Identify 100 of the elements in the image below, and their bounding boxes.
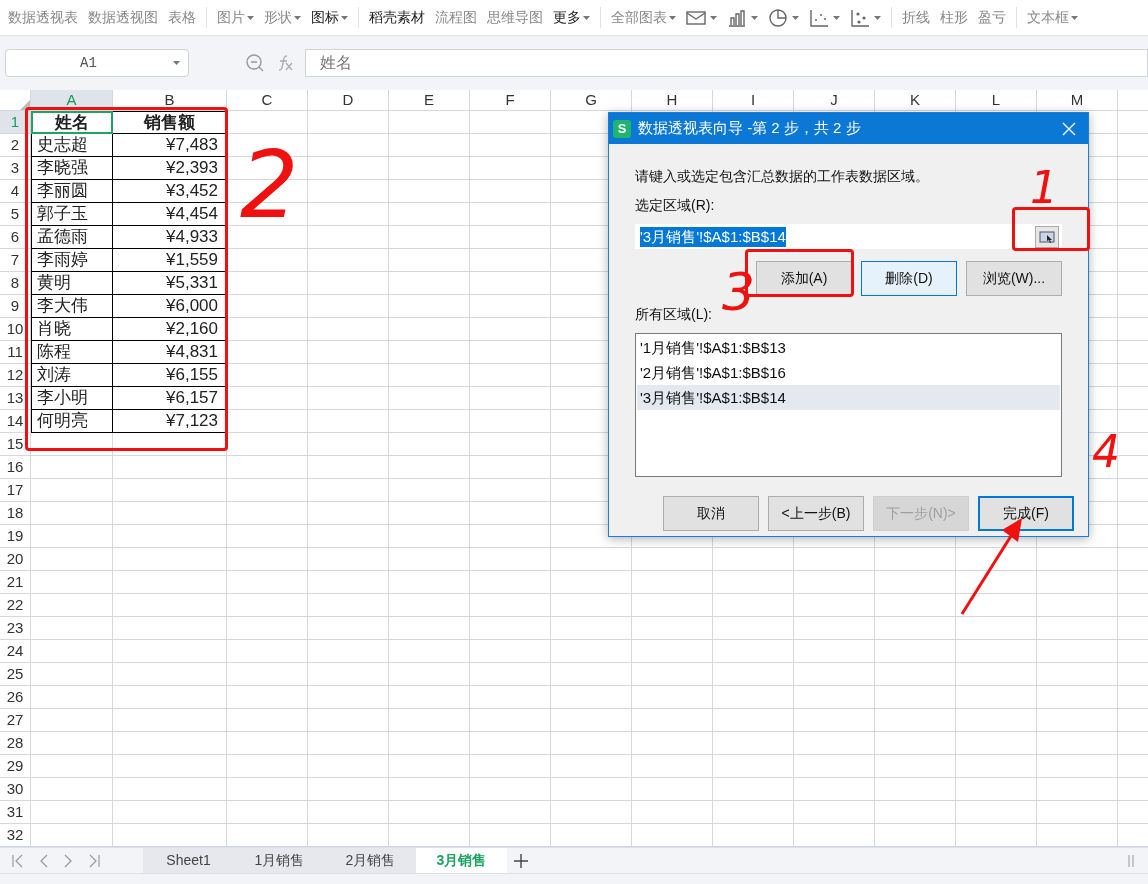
add-sheet-icon[interactable]: [513, 852, 529, 869]
last-sheet-icon[interactable]: [88, 853, 100, 868]
row-header[interactable]: 27: [0, 709, 30, 731]
column-header[interactable]: J: [794, 90, 875, 110]
column-header[interactable]: E: [389, 90, 470, 110]
selected-range-text: '3月销售'!$A$1:$B$14: [640, 226, 786, 247]
toolbar-button[interactable]: 稻壳素材: [369, 7, 425, 28]
row-header[interactable]: 24: [0, 640, 30, 662]
next-sheet-icon[interactable]: [64, 853, 72, 868]
table-cell: 肖晓: [31, 318, 113, 341]
chart-type-button[interactable]: [727, 8, 758, 27]
dialog-button[interactable]: 删除(D): [861, 261, 957, 296]
dialog-button[interactable]: 添加(A): [756, 261, 852, 296]
column-header[interactable]: L: [956, 90, 1037, 110]
row-header[interactable]: 19: [0, 525, 30, 547]
row-header[interactable]: 10: [0, 318, 30, 340]
list-label: 所有区域(L):: [635, 305, 712, 324]
row-header[interactable]: 6: [0, 226, 30, 248]
chart-type-button[interactable]: [809, 8, 840, 27]
column-header[interactable]: I: [713, 90, 794, 110]
dialog-button[interactable]: <上一步(B): [768, 496, 864, 531]
row-header[interactable]: 3: [0, 157, 30, 179]
column-header[interactable]: K: [875, 90, 956, 110]
toolbar-button[interactable]: 数据透视图: [88, 7, 158, 28]
toolbar-button[interactable]: 全部图表: [611, 7, 676, 28]
row-header[interactable]: 22: [0, 594, 30, 616]
toolbar-button[interactable]: 图片: [217, 7, 254, 28]
chart-type-button[interactable]: [768, 7, 799, 28]
column-header[interactable]: B: [113, 90, 227, 110]
chart-type-button[interactable]: [686, 9, 717, 26]
toolbar-button[interactable]: 更多: [553, 7, 590, 28]
envelope-icon: [686, 9, 706, 26]
table-cell: 陈程: [31, 341, 113, 364]
row-header[interactable]: 5: [0, 203, 30, 225]
caret-icon: [874, 15, 881, 20]
close-icon[interactable]: [1062, 121, 1076, 136]
dialog-button[interactable]: 浏览(W)...: [966, 261, 1062, 296]
toolbar-button[interactable]: 文本框: [1027, 7, 1078, 28]
table-cell: 李丽圆: [31, 180, 113, 203]
row-header[interactable]: 11: [0, 341, 30, 363]
row-header[interactable]: 13: [0, 387, 30, 409]
row-header[interactable]: 4: [0, 180, 30, 202]
toolbar-button[interactable]: 形状: [264, 7, 301, 28]
column-header[interactable]: C: [227, 90, 308, 110]
toolbar-button[interactable]: 盈亏: [978, 7, 1006, 28]
row-header[interactable]: 23: [0, 617, 30, 639]
row-header[interactable]: 8: [0, 272, 30, 294]
row-header[interactable]: 28: [0, 732, 30, 754]
row-header[interactable]: 20: [0, 548, 30, 570]
toolbar-button[interactable]: 图标: [311, 7, 348, 28]
previous-sheet-icon[interactable]: [40, 853, 48, 868]
row-header[interactable]: 17: [0, 479, 30, 501]
column-header[interactable]: F: [470, 90, 551, 110]
row-header[interactable]: 9: [0, 295, 30, 317]
row-header[interactable]: 12: [0, 364, 30, 386]
row-header[interactable]: 2: [0, 134, 30, 156]
toolbar-button[interactable]: 思维导图: [487, 7, 543, 28]
column-header[interactable]: H: [632, 90, 713, 110]
row-header[interactable]: 32: [0, 824, 30, 846]
name-box[interactable]: A1: [5, 49, 189, 77]
range-label: 选定区域(R):: [635, 196, 715, 215]
table-cell: 李大伟: [31, 295, 113, 318]
row-header[interactable]: 15: [0, 433, 30, 455]
row-header[interactable]: 29: [0, 755, 30, 777]
column-header[interactable]: G: [551, 90, 632, 110]
sheet-tab[interactable]: 2月销售: [325, 848, 416, 873]
range-list-item[interactable]: '2月销售'!$A$1:$B$16: [637, 360, 1060, 385]
row-header[interactable]: 25: [0, 663, 30, 685]
row-header[interactable]: 14: [0, 410, 30, 432]
dialog-title: 数据透视表向导 -第 2 步，共 2 步: [638, 118, 861, 139]
row-header[interactable]: 21: [0, 571, 30, 593]
dialog-button[interactable]: 取消: [663, 496, 759, 531]
toolbar-button[interactable]: 数据透视表: [8, 7, 78, 28]
row-header[interactable]: 26: [0, 686, 30, 708]
dialog-button[interactable]: 完成(F): [978, 496, 1074, 531]
formula-field[interactable]: 姓名: [305, 49, 1148, 77]
caret-icon: [294, 15, 301, 20]
row-header[interactable]: 30: [0, 778, 30, 800]
toolbar-button[interactable]: 折线: [902, 7, 930, 28]
range-list[interactable]: '1月销售'!$A$1:$B$13 '2月销售'!$A$1:$B$16 '3月销售'!$A$1:$B$14: [635, 333, 1062, 477]
first-sheet-icon[interactable]: [12, 853, 24, 868]
range-input-field[interactable]: '3月销售'!$A$1:$B$14: [635, 224, 1062, 249]
sheet-tab[interactable]: Sheet1: [143, 848, 234, 873]
toolbar-button[interactable]: 流程图: [435, 7, 477, 28]
column-header[interactable]: M: [1037, 90, 1118, 110]
row-header[interactable]: 16: [0, 456, 30, 478]
chart-type-button[interactable]: [850, 8, 881, 27]
toolbar-button[interactable]: 表格: [168, 7, 196, 28]
sheet-tab[interactable]: 1月销售: [234, 848, 325, 873]
range-picker-icon[interactable]: [1035, 225, 1059, 248]
range-list-item[interactable]: '3月销售'!$A$1:$B$14: [637, 385, 1060, 410]
scrollbar-handle-icon[interactable]: [1128, 853, 1134, 868]
toolbar-button[interactable]: 柱形: [940, 7, 968, 28]
table-cell: 何明亮: [31, 410, 113, 433]
row-header[interactable]: 18: [0, 502, 30, 524]
select-all-triangle-icon[interactable]: [20, 100, 30, 110]
range-list-item[interactable]: '1月销售'!$A$1:$B$13: [637, 335, 1060, 360]
row-header[interactable]: 31: [0, 801, 30, 823]
column-header[interactable]: D: [308, 90, 389, 110]
row-header[interactable]: 7: [0, 249, 30, 271]
